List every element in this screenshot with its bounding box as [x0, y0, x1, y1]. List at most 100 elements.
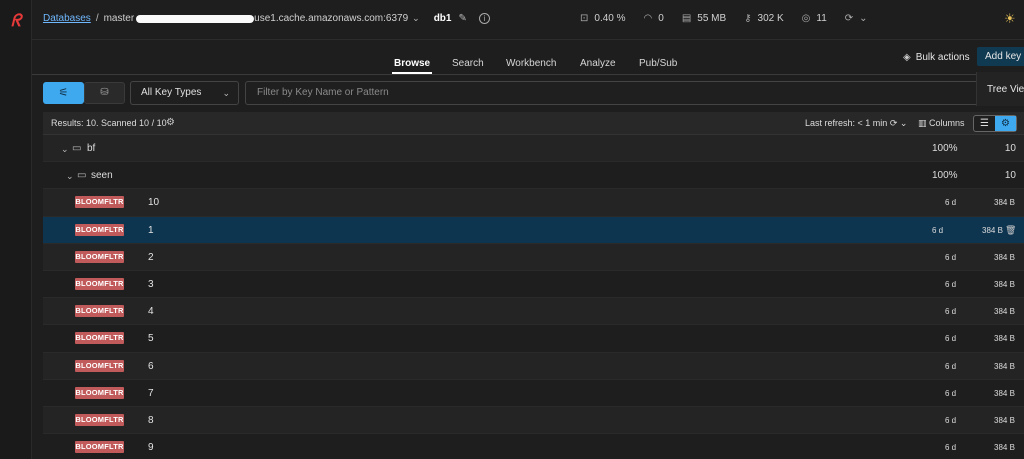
key-ttl: 6 d	[932, 225, 944, 235]
key-ttl: 6 d	[945, 307, 957, 317]
key-type-badge: BLOOMFLTR	[75, 413, 124, 426]
user-icon: ◎	[801, 13, 811, 24]
view-toggle: ☰ ⚙	[973, 115, 1017, 132]
key-name: 5	[148, 333, 154, 345]
key-type-value: All Key Types	[141, 87, 202, 98]
databases-link[interactable]: Databases	[43, 13, 91, 24]
db-stats: ⊡ 0.40 % ◠ 0 ▤ 55 MB ⚷ 302 K ◎ 11 ⟳ ⌄	[580, 13, 892, 24]
key-row[interactable]: BLOOMFLTR 4 6 d 384 B	[43, 298, 1024, 326]
list-view-icon[interactable]: ☰	[974, 116, 995, 131]
columns-label: Columns	[929, 118, 965, 128]
key-type-badge: BLOOMFLTR	[75, 386, 124, 399]
chevron-down-icon[interactable]: ⌄	[900, 118, 908, 128]
chevron-down-icon[interactable]: ⌄	[66, 171, 74, 182]
key-row-selected[interactable]: BLOOMFLTR 1 6 d 384 B 🗑	[43, 216, 1024, 244]
key-size: 384 B	[982, 225, 1003, 235]
redis-logo-icon[interactable]: ᖇ	[7, 12, 25, 30]
pencil-icon[interactable]: ✎	[458, 13, 466, 24]
stat-ops: ◠ 0	[644, 13, 664, 24]
columns-button[interactable]: ▥ Columns	[918, 118, 965, 129]
filter-mode-button[interactable]: ⚟	[43, 82, 84, 104]
key-ttl: 6 d	[945, 415, 957, 425]
last-refresh: Last refresh: < 1 min ⟳ ⌄	[805, 118, 907, 129]
key-type-badge: BLOOMFLTR	[75, 305, 124, 318]
stat-clients: ◎ 11	[802, 13, 827, 24]
key-size: 384 B	[994, 307, 1015, 317]
key-ttl: 6 d	[945, 388, 957, 398]
stat-memory: ▤ 55 MB	[682, 13, 726, 24]
folder-icon: ▭	[77, 170, 87, 182]
key-row[interactable]: BLOOMFLTR 2 6 d 384 B	[43, 243, 1024, 271]
insights-bulb-icon[interactable]: ☀	[1004, 11, 1018, 26]
add-key-button[interactable]: Add key	[977, 47, 1024, 66]
tab-analyze[interactable]: Analyze	[580, 58, 616, 69]
key-ttl: 6 d	[945, 279, 957, 289]
refresh-icon[interactable]: ⟳	[890, 118, 898, 128]
tab-pubsub[interactable]: Pub/Sub	[639, 58, 677, 69]
app-root: ᖇ Databases / master use1.cache.amazonaw…	[0, 0, 1024, 459]
key-row[interactable]: BLOOMFLTR 8 6 d 384 B	[43, 406, 1024, 435]
key-row[interactable]: BLOOMFLTR 6 6 d 384 B	[43, 352, 1024, 380]
layers-icon: ◈	[903, 52, 911, 63]
key-ttl: 6 d	[945, 443, 957, 453]
key-size: 384 B	[994, 415, 1015, 425]
tab-browse[interactable]: Browse	[391, 58, 433, 74]
key-ttl: 6 d	[945, 334, 957, 344]
redacted-hostname	[136, 14, 255, 23]
host-suffix: use1.cache.amazonaws.com:6379	[254, 13, 409, 24]
folder-icon: ▭	[72, 143, 82, 154]
chevron-down-icon[interactable]: ⌄	[61, 144, 69, 155]
key-name: 6	[148, 360, 154, 372]
folder-name: seen	[91, 170, 113, 182]
key-type-badge: BLOOMFLTR	[75, 441, 124, 454]
auto-refresh-toggle[interactable]: ⟳ ⌄	[845, 13, 874, 24]
results-bar: Results: 10. Scanned 10 / 10 ⚙ Last refr…	[43, 112, 1024, 135]
folder-percent: 100%	[932, 143, 958, 154]
key-name: 10	[148, 197, 160, 209]
key-icon: ⚷	[744, 13, 752, 24]
folder-row-seen[interactable]: ⌄ ▭ seen 100% 10	[43, 162, 1024, 190]
trash-icon[interactable]: 🗑	[1005, 225, 1016, 236]
scan-mode-button[interactable]: ⛁	[84, 82, 125, 104]
memory-icon: ▤	[681, 13, 692, 24]
stat-memory-value: 55 MB	[697, 13, 727, 24]
key-row[interactable]: BLOOMFLTR 10 6 d 384 B	[43, 189, 1024, 217]
key-type-badge: BLOOMFLTR	[75, 277, 124, 290]
key-row[interactable]: BLOOMFLTR 9 6 d 384 B	[43, 434, 1024, 459]
key-size: 384 B	[994, 361, 1015, 371]
key-name: 3	[148, 278, 154, 290]
key-size: 384 B	[994, 334, 1015, 344]
tree-view-icon[interactable]: ⚙	[995, 116, 1016, 131]
chevron-down-icon: ⌄	[222, 88, 230, 98]
folder-row-bf[interactable]: ⌄ ▭ bf 100% 10	[43, 135, 1024, 163]
breadcrumb-separator: /	[95, 13, 99, 24]
tab-search[interactable]: Search	[452, 58, 484, 69]
key-row[interactable]: BLOOMFLTR 3 6 d 384 B	[43, 270, 1024, 299]
key-name: 4	[148, 306, 154, 318]
tab-workbench[interactable]: Workbench	[506, 58, 556, 69]
folder-count: 10	[1004, 170, 1016, 182]
key-row[interactable]: BLOOMFLTR 5 6 d 384 B	[43, 325, 1024, 353]
info-icon[interactable]: i	[478, 13, 490, 24]
key-type-badge: BLOOMFLTR	[75, 250, 124, 263]
key-size: 384 B	[994, 388, 1015, 398]
folder-count: 10	[1004, 143, 1016, 154]
host-prefix: master	[103, 13, 135, 24]
cpu-icon: ⊡	[580, 13, 589, 24]
gear-icon[interactable]: ⚙	[166, 117, 175, 128]
tree-view-button[interactable]: Tree View	[976, 72, 1024, 106]
stat-ops-value: 0	[658, 13, 664, 24]
bulk-actions-button[interactable]: ◈ Bulk actions	[903, 52, 970, 63]
key-type-select[interactable]: All Key Types ⌄	[130, 81, 239, 105]
scan-icon: ⛁	[100, 87, 109, 98]
stat-clients-value: 11	[816, 13, 827, 24]
key-row[interactable]: BLOOMFLTR 7 6 d 384 B	[43, 379, 1024, 407]
key-type-badge: BLOOMFLTR	[75, 359, 124, 372]
chevron-down-icon[interactable]: ⌄	[412, 13, 420, 24]
key-ttl: 6 d	[945, 361, 957, 371]
key-name: 9	[148, 442, 154, 454]
key-type-badge: BLOOMFLTR	[75, 196, 124, 209]
key-filter-input[interactable]: Filter by Key Name or Pattern	[245, 81, 980, 105]
bulk-actions-label: Bulk actions	[915, 52, 970, 63]
stat-cpu-value: 0.40 %	[594, 13, 626, 24]
